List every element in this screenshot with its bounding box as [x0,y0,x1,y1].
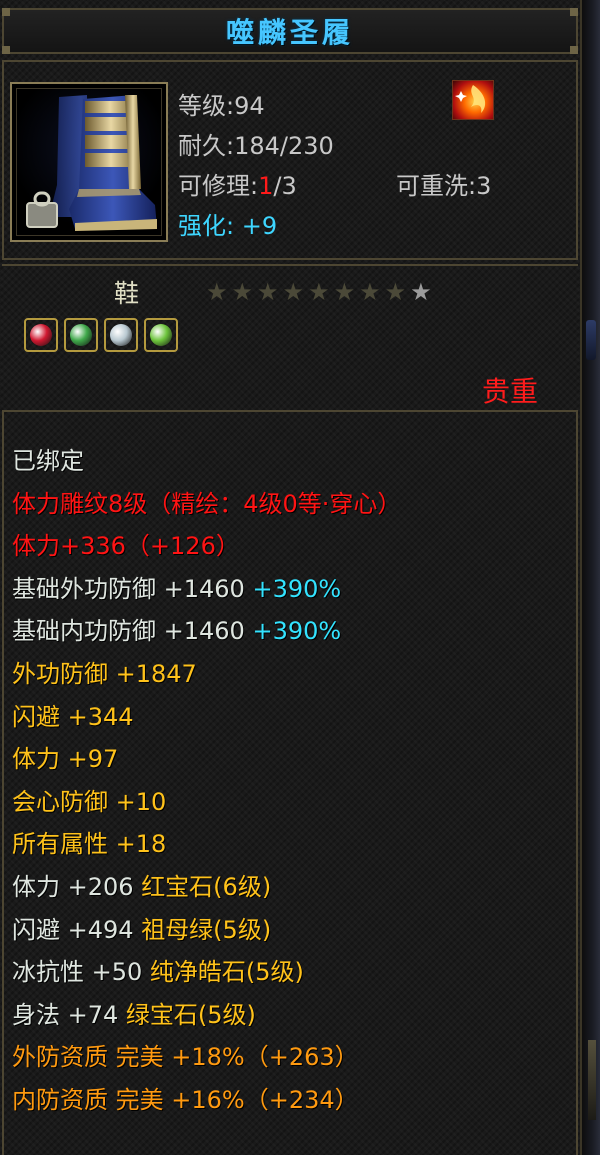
attribute-line: 会心防御 +10 [12,781,572,824]
star-icon: ★ [231,278,254,306]
durability-stat: 耐久:184/230 [178,132,334,160]
ruby-gem-icon [30,324,52,346]
item-icon-frame[interactable] [10,82,168,242]
attribute-line: 外功防御 +1847 [12,653,572,696]
attribute-text: 外防资质 完美 +18%（+263） [12,1043,359,1072]
attribute-text: 绿宝石(5级) [125,1000,256,1029]
green-gem-icon [150,324,172,346]
rewash-stat: 可重洗:3 [396,172,492,200]
attribute-text: 纯净皓石(5级) [149,958,304,987]
emerald-gem-icon [70,324,92,346]
gem-slot[interactable] [24,318,58,352]
attribute-line: 身法 +74 绿宝石(5级) [12,994,572,1037]
attribute-text: 体力 +97 [12,745,119,774]
attribute-line: 体力雕纹8级（精绘：4级0等·穿心） [12,483,572,526]
attribute-line: 体力 +97 [12,738,572,781]
gem-slot[interactable] [104,318,138,352]
title-bar: 噬麟圣履 [2,8,578,54]
attribute-text: 祖母绿(5级) [141,915,272,944]
attribute-text: 体力+336（+126） [12,532,240,561]
item-name: 噬麟圣履 [225,16,354,49]
attribute-line: 所有属性 +18 [12,823,572,866]
attribute-line: 基础内功防御 +1460 +390% [12,610,572,653]
attribute-line: 内防资质 完美 +16%（+234） [12,1079,572,1122]
star-icon: ★ [308,278,330,306]
attribute-line: 冰抗性 +50 纯净皓石(5级) [12,951,572,994]
attribute-text: 冰抗性 +50 [12,958,150,987]
attribute-text: 内防资质 完美 +16%（+234） [12,1085,359,1114]
flame-icon [455,85,486,113]
attribute-text: 闪避 +344 [12,702,134,731]
attribute-line: 已绑定 [12,440,572,483]
attribute-text: 会心防御 +10 [12,787,167,816]
attribute-text: 身法 +74 [12,1000,126,1029]
attribute-text: 基础外功防御 +1460 [12,574,253,603]
attribute-text: 体力 +206 [12,872,142,901]
background-edge [582,0,600,1155]
star-icon: ★ [359,278,381,306]
star-icon: ★ [333,278,356,306]
background-edge-mark [586,320,596,360]
attribute-line: 基础外功防御 +1460 +390% [12,568,572,611]
attribute-text: 闪避 +494 [12,915,142,944]
star-icon: ★ [257,278,279,306]
attribute-text: +390% [252,574,342,603]
gem-slot[interactable] [64,318,98,352]
attribute-line: 闪避 +344 [12,696,572,739]
enhance-stat: 强化: +9 [178,212,278,240]
attribute-text: 外功防御 +1847 [12,659,197,688]
attribute-text: 已绑定 [12,447,84,475]
star-icon: ★ [410,278,432,306]
star-rating: ★ ★ ★ ★ ★ ★ ★ ★ ★ [206,280,432,304]
fire-skill-icon[interactable] [452,80,494,120]
gem-slots [24,318,178,352]
gem-slot[interactable] [144,318,178,352]
boots-icon [26,95,157,231]
attribute-text: +390% [252,617,342,646]
attribute-line: 体力 +206 红宝石(6级) [12,866,572,909]
attribute-line: 外防资质 完美 +18%（+263） [12,1036,572,1079]
frame-corner [570,46,578,54]
level-stat: 等级:94 [178,92,265,120]
frame-corner [2,46,10,54]
attribute-text: 红宝石(6级) [141,872,272,901]
rarity-label: 贵重 [482,375,539,408]
attribute-text: 体力雕纹8级（精绘：4级0等·穿心） [12,489,402,518]
attribute-text: 所有属性 +18 [12,830,167,859]
repair-stat: 可修理:1/3 [178,172,297,200]
background-edge-mark [588,1040,596,1120]
attribute-text: 基础内功防御 +1460 [12,617,253,646]
frame-corner [570,8,578,16]
star-icon: ★ [384,278,407,306]
attribute-list: 已绑定体力雕纹8级（精绘：4级0等·穿心） 体力+336（+126） 基础外功防御 … [12,440,572,1122]
frame-corner [2,8,10,16]
attribute-line: 体力+336（+126） [12,525,572,568]
diamond-gem-icon [110,324,132,346]
attribute-line: 闪避 +494 祖母绿(5级) [12,909,572,952]
item-type: 鞋 [114,279,140,308]
star-icon: ★ [206,278,228,306]
star-icon: ★ [282,278,305,306]
